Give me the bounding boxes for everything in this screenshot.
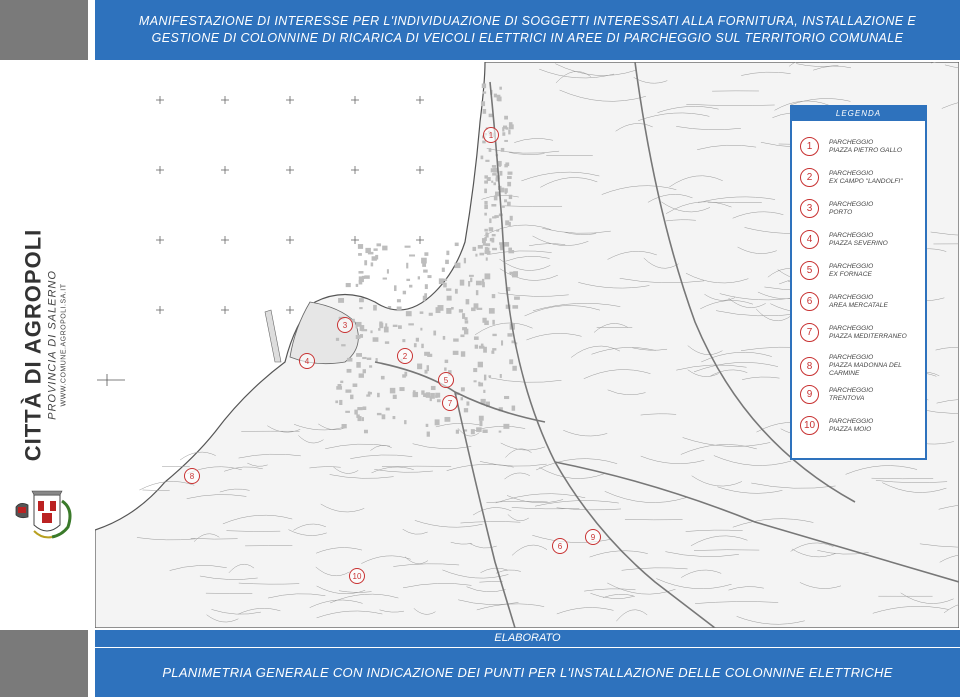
map-marker-9[interactable]: 9: [585, 529, 601, 545]
sidebar-top-block: [0, 0, 88, 60]
legend-marker-icon: 8: [800, 356, 819, 376]
legend-item-place: EX FORNACE: [829, 270, 872, 278]
document-header: MANIFESTAZIONE DI INTERESSE PER L'INDIVI…: [95, 0, 960, 60]
map-marker-7[interactable]: 7: [442, 395, 458, 411]
legend-item: 6 PARCHEGGIO AREA MERCATALE: [800, 292, 888, 311]
legend-title: LEGENDA: [792, 107, 925, 121]
legend-item: 10 PARCHEGGIO PIAZZA MOIO: [800, 416, 873, 435]
legend-item: 2 PARCHEGGIO EX CAMPO "LANDOLFI": [800, 168, 903, 187]
legend-item-type: PARCHEGGIO: [829, 293, 874, 301]
legend-item: 9 PARCHEGGIO TRENTOVA: [800, 385, 873, 404]
legend-item-label: PARCHEGGIO PORTO: [829, 201, 873, 217]
legend-item-place: EX CAMPO "LANDOLFI": [829, 177, 903, 185]
legend-item-place: AREA MERCATALE: [829, 301, 888, 309]
legend-item-type: PARCHEGGIO: [829, 417, 874, 425]
legend-item-place: PIAZZA MOIO: [829, 425, 872, 433]
legend-item-type: PARCHEGGIO: [829, 262, 874, 270]
legend-item-label: PARCHEGGIO PIAZZA MOIO: [829, 418, 873, 434]
legend-marker-icon: 10: [800, 416, 819, 435]
sidebar-branding: CITTÀ DI AGROPOLI PROVINCIA DI SALERNO W…: [21, 229, 68, 462]
province-name: PROVINCIA DI SALERNO: [46, 270, 59, 420]
legend-item-label: PARCHEGGIO PIAZZA MADONNA DEL CARMINE: [829, 354, 925, 378]
map-marker-4[interactable]: 4: [299, 353, 315, 369]
city-emblem-icon: [15, 490, 72, 539]
legend-item-type: PARCHEGGIO: [829, 138, 874, 146]
legend-item-label: PARCHEGGIO PIAZZA PIETRO GALLO: [829, 139, 902, 155]
map-marker-3[interactable]: 3: [337, 317, 353, 333]
legend-marker-icon: 6: [800, 292, 819, 311]
legend-item-type: PARCHEGGIO: [829, 231, 874, 239]
legend-item-label: PARCHEGGIO EX FORNACE: [829, 263, 873, 279]
legend-item-place: PIAZZA SEVERINO: [829, 239, 888, 247]
legend-item: 3 PARCHEGGIO PORTO: [800, 199, 873, 218]
map-caption: PLANIMETRIA GENERALE CON INDICAZIONE DEI…: [162, 665, 893, 680]
city-name: CITTÀ DI AGROPOLI: [20, 228, 46, 462]
legend-item-type: PARCHEGGIO: [829, 324, 874, 332]
document-title: MANIFESTAZIONE DI INTERESSE PER L'INDIVI…: [138, 14, 917, 45]
legend-item-type: PARCHEGGIO: [829, 386, 874, 394]
legend-item-place: PIAZZA PIETRO GALLO: [829, 146, 903, 154]
legend-marker-icon: 5: [800, 261, 819, 280]
legend-marker-icon: 3: [800, 199, 819, 218]
legend-marker-icon: 1: [800, 137, 819, 156]
legend-marker-icon: 7: [800, 323, 819, 342]
legend-marker-icon: 9: [800, 385, 819, 404]
legend-box: LEGENDA 1 PARCHEGGIO PIAZZA PIETRO GALLO 2 P…: [790, 105, 927, 460]
legend-item-label: PARCHEGGIO TRENTOVA: [829, 387, 873, 403]
map-marker-5[interactable]: 5: [438, 372, 454, 388]
legend-item: 7 PARCHEGGIO PIAZZA MEDITERRANEO: [800, 323, 907, 342]
legend-item-place: PIAZZA MEDITERRANEO: [829, 332, 907, 340]
map-marker-1[interactable]: 1: [483, 127, 499, 143]
legend-item-place: PIAZZA MADONNA DEL CARMINE: [829, 362, 902, 377]
elaborato-label: ELABORATO: [95, 630, 960, 647]
legend-item-type: PARCHEGGIO: [829, 169, 874, 177]
map-caption-bar: PLANIMETRIA GENERALE CON INDICAZIONE DEI…: [95, 648, 960, 697]
legend-item: 5 PARCHEGGIO EX FORNACE: [800, 261, 873, 280]
map-marker-2[interactable]: 2: [397, 348, 413, 364]
legend-item-label: PARCHEGGIO PIAZZA SEVERINO: [829, 232, 888, 248]
legend-item-place: PORTO: [829, 208, 853, 216]
legend-item: 8 PARCHEGGIO PIAZZA MADONNA DEL CARMINE: [800, 354, 925, 378]
map-marker-6[interactable]: 6: [552, 538, 568, 554]
sidebar-bottom-block: [0, 630, 88, 697]
legend-marker-icon: 4: [800, 230, 819, 249]
sidebar: CITTÀ DI AGROPOLI PROVINCIA DI SALERNO W…: [0, 0, 88, 697]
legend-marker-icon: 2: [800, 168, 819, 187]
legend-item: 1 PARCHEGGIO PIAZZA PIETRO GALLO: [800, 137, 902, 156]
legend-item: 4 PARCHEGGIO PIAZZA SEVERINO: [800, 230, 888, 249]
legend-item-label: PARCHEGGIO EX CAMPO "LANDOLFI": [829, 170, 903, 186]
legend-item-label: PARCHEGGIO PIAZZA MEDITERRANEO: [829, 325, 907, 341]
website-url: WWW.COMUNE.AGROPOLI.SA.IT: [60, 283, 68, 407]
legend-item-label: PARCHEGGIO AREA MERCATALE: [829, 294, 888, 310]
map-marker-10[interactable]: 10: [349, 568, 365, 584]
legend-item-type: PARCHEGGIO: [829, 200, 874, 208]
map-marker-8[interactable]: 8: [184, 468, 200, 484]
legend-item-type: PARCHEGGIO: [829, 354, 874, 361]
legend-item-place: TRENTOVA: [829, 394, 865, 402]
